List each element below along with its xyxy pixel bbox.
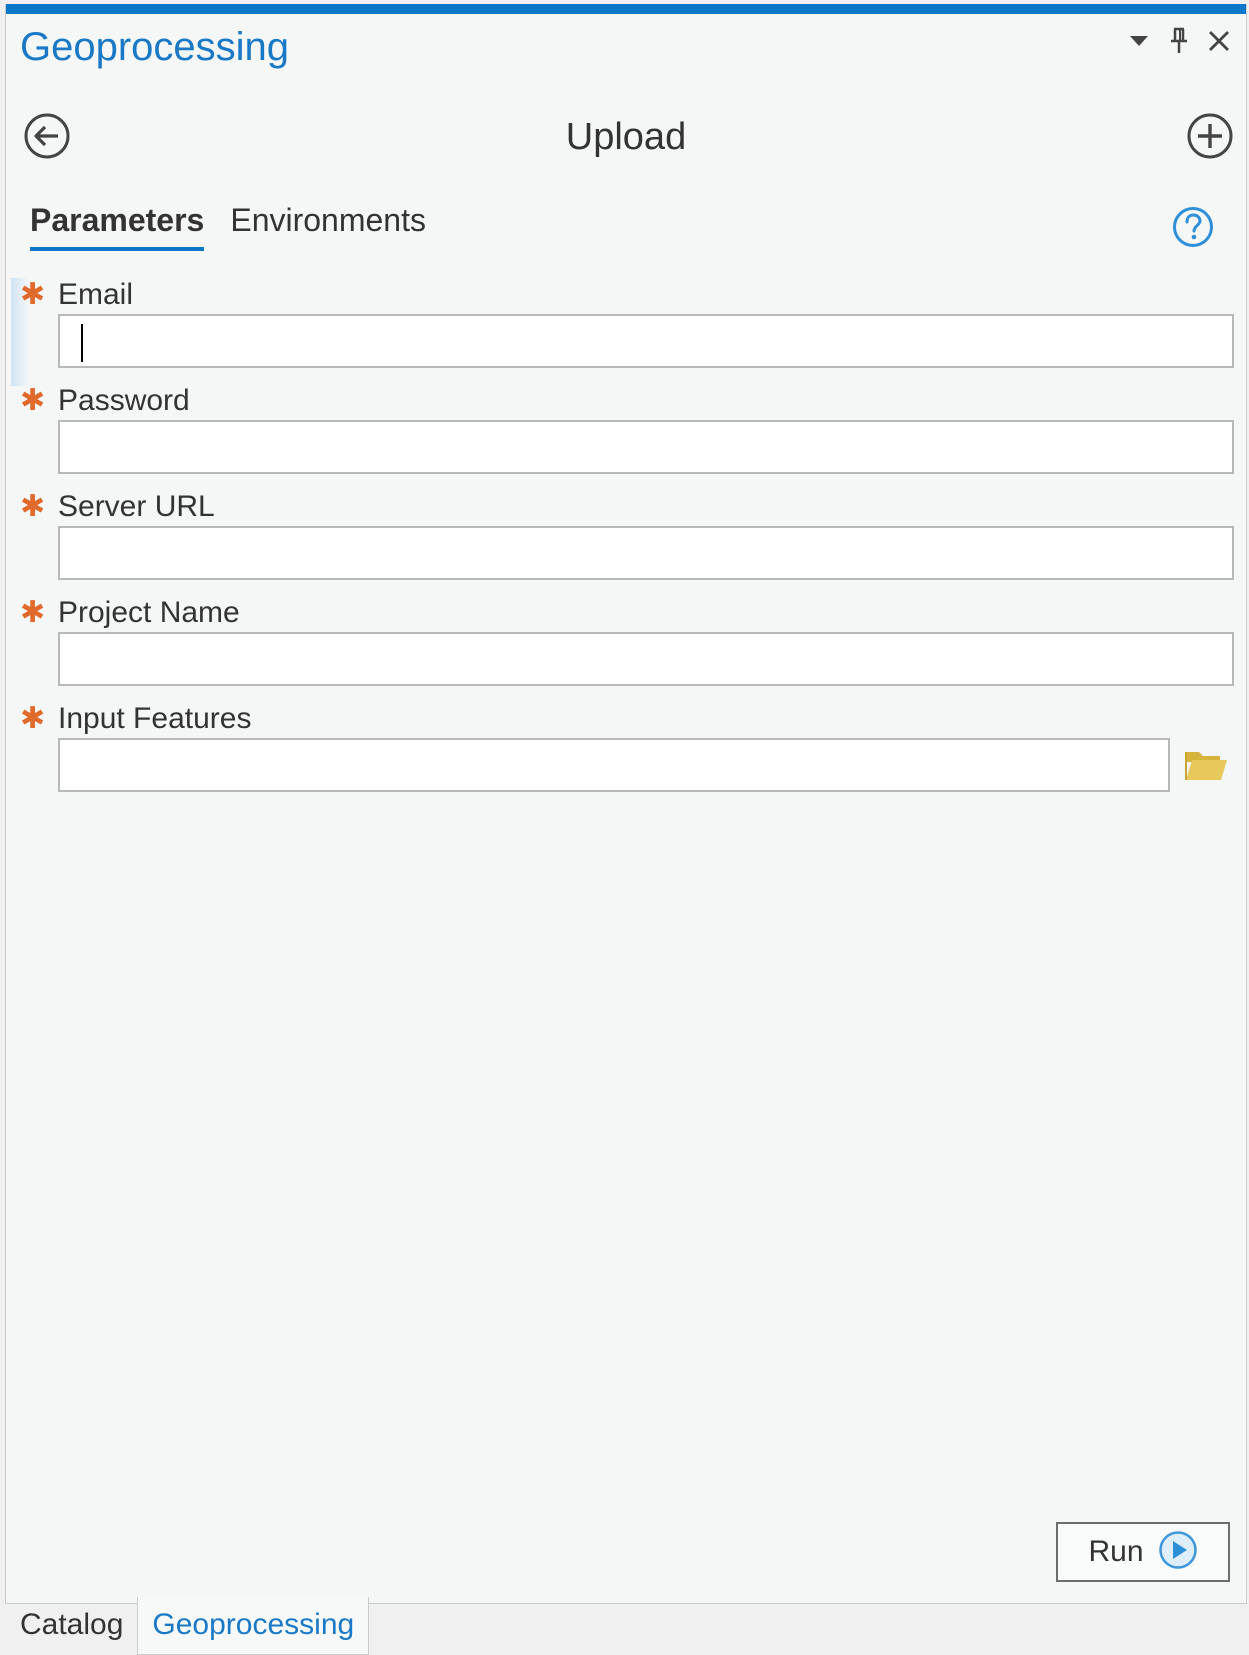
parameter-project-name: ✱ Project Name [20, 596, 1234, 688]
tool-title: Upload [565, 116, 687, 158]
required-marker: ✱ [20, 278, 46, 311]
run-label: Run [1088, 1535, 1144, 1568]
required-marker: ✱ [20, 384, 46, 417]
required-marker: ✱ [20, 596, 46, 629]
tool-tabs: Parameters Environments [30, 202, 426, 251]
email-field[interactable] [58, 314, 1234, 368]
add-icon[interactable] [1186, 112, 1234, 160]
required-marker: ✱ [20, 702, 46, 735]
pane-accent-bar [6, 4, 1246, 14]
parameter-password: ✱ Password [20, 384, 1234, 476]
dock-tabs: Catalog Geoprocessing [0, 1597, 370, 1655]
input-features-label: Input Features [58, 702, 252, 735]
help-icon[interactable] [1172, 206, 1214, 248]
run-button[interactable]: Run [1056, 1522, 1230, 1582]
tab-environments[interactable]: Environments [230, 202, 426, 251]
tool-header: Upload [6, 112, 1246, 168]
pane-title: Geoprocessing [20, 25, 290, 69]
pin-icon[interactable] [1166, 26, 1192, 56]
text-cursor [81, 324, 83, 362]
project-name-label: Project Name [58, 596, 240, 629]
password-field[interactable] [58, 420, 1234, 474]
project-name-field[interactable] [58, 632, 1234, 686]
server-url-field[interactable] [58, 526, 1234, 580]
server-url-label: Server URL [58, 490, 215, 523]
folder-icon[interactable] [1184, 746, 1230, 786]
parameter-input-features: ✱ Input Features [20, 702, 1230, 794]
input-features-field[interactable] [58, 738, 1170, 792]
geoprocessing-pane: Geoprocessing Upload Parameters Environm… [5, 4, 1247, 1604]
chevron-down-icon[interactable] [1126, 26, 1152, 56]
required-marker: ✱ [20, 490, 46, 523]
tab-parameters[interactable]: Parameters [30, 202, 205, 251]
tab-geoprocessing[interactable]: Geoprocessing [137, 1597, 370, 1655]
tab-catalog[interactable]: Catalog [0, 1597, 137, 1655]
pane-window-controls [1126, 26, 1232, 56]
close-icon[interactable] [1206, 26, 1232, 56]
parameter-email: ✱ Email [20, 278, 1234, 370]
parameter-server-url: ✱ Server URL [20, 490, 1234, 582]
play-icon [1158, 1530, 1198, 1575]
email-label: Email [58, 278, 134, 311]
password-label: Password [58, 384, 190, 417]
